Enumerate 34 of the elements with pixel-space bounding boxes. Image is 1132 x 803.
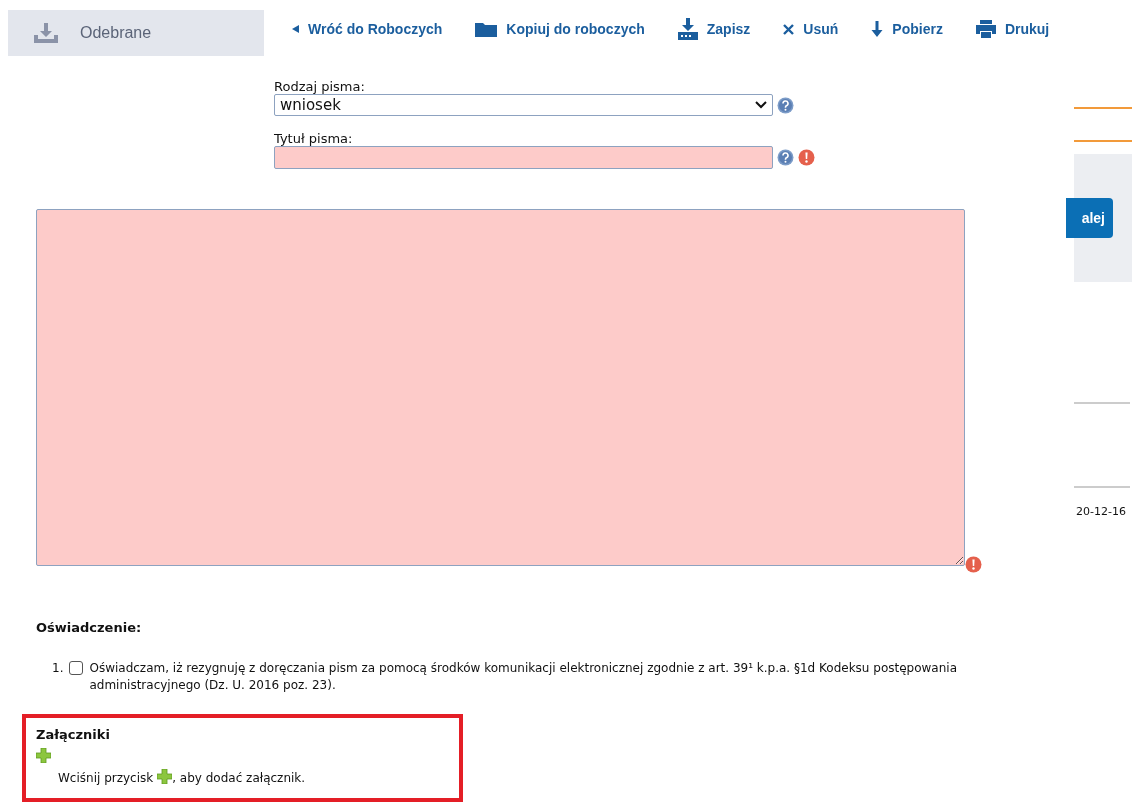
help-icon[interactable] [777,96,794,114]
section-heading: Załączniki [36,725,111,744]
type-select[interactable]: wniosek [274,94,773,116]
hint-text: Wciśnij przycisk [58,770,154,787]
toolbar-button[interactable]: Wróć do Roboczych [292,18,443,40]
toolbar-button[interactable]: Zapisz [677,18,751,40]
download-tray-icon [34,23,58,43]
plus-icon [157,769,173,784]
date-text: 20-12-16 [1076,504,1127,520]
chevron-down-icon [755,101,767,109]
toolbar-button[interactable]: Kopiuj do roboczych [475,18,645,40]
error-icon [965,556,982,573]
printer-icon [975,20,996,38]
section-heading: Oświadczenie: [36,619,143,637]
download-tray-icon [677,18,698,40]
declaration-checkbox[interactable] [69,660,84,675]
add-attachment-button[interactable] [36,748,51,763]
error-icon [798,149,815,166]
field-label: Tytuł pisma: [274,132,354,146]
close-icon [783,23,795,35]
folder-icon [475,21,498,37]
inbox-tab[interactable]: Odebrane [8,10,264,56]
list-number: 1. [52,659,64,677]
caret-left-icon [292,25,299,33]
arrow-down-icon [871,21,884,37]
declaration-text: Oświadczam, iż rezygnuję z doręczania pism za pomocą środków komunikacji elektronicznej zgodnie z art. 39¹ k.p.a. §1d Kodeksu postępowania administracyjnego (Dz. U. 2016 poz. 23). [89,659,958,694]
toolbar-button[interactable]: Usuń [783,18,839,40]
toolbar-button[interactable]: Pobierz [871,18,943,40]
help-icon[interactable] [777,149,794,166]
title-field[interactable] [274,146,773,169]
toolbar-button[interactable]: Drukuj [975,18,1050,40]
next-button[interactable]: alej [1066,198,1113,238]
hint-text: , aby dodać załącznik. [172,770,306,787]
field-label: Rodzaj pisma: [274,80,366,94]
